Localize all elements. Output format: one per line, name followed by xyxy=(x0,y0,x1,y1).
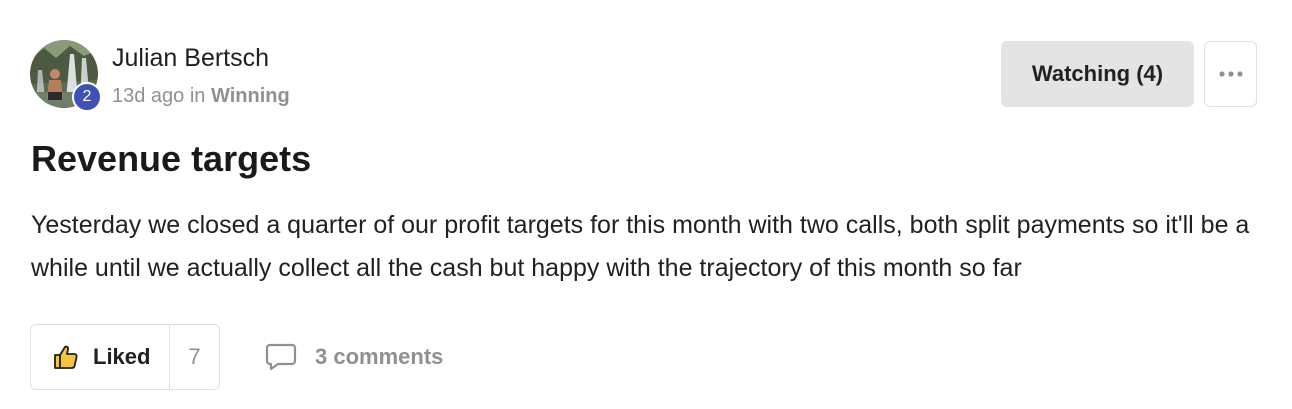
comments-label: 3 comments xyxy=(315,344,444,369)
meta-in-word: in xyxy=(189,85,206,107)
post-card: 2 Julian Bertsch 13d ago in Winning Watc… xyxy=(0,0,1292,409)
post-title: Revenue targets xyxy=(31,138,312,179)
watching-button[interactable]: Watching (4) xyxy=(1001,41,1194,107)
post-meta: 13d ago in Winning xyxy=(112,85,290,108)
like-control: Liked 7 xyxy=(30,324,220,390)
post-time: 13d ago xyxy=(112,85,185,107)
more-options-button[interactable] xyxy=(1204,41,1257,107)
like-button[interactable]: Liked xyxy=(31,325,170,389)
author-name[interactable]: Julian Bertsch xyxy=(112,44,269,73)
category-link[interactable]: Winning xyxy=(211,85,290,107)
ellipsis-icon xyxy=(1218,71,1243,77)
post-body: Yesterday we closed a quarter of our pro… xyxy=(31,211,1250,282)
like-count[interactable]: 7 xyxy=(170,344,219,370)
avatar[interactable]: 2 xyxy=(30,40,102,112)
level-badge: 2 xyxy=(72,82,102,112)
comment-bubble-icon xyxy=(265,343,297,371)
like-label: Liked xyxy=(93,344,151,369)
thumbs-up-icon xyxy=(54,345,78,369)
comments-link[interactable]: 3 comments xyxy=(265,340,443,374)
